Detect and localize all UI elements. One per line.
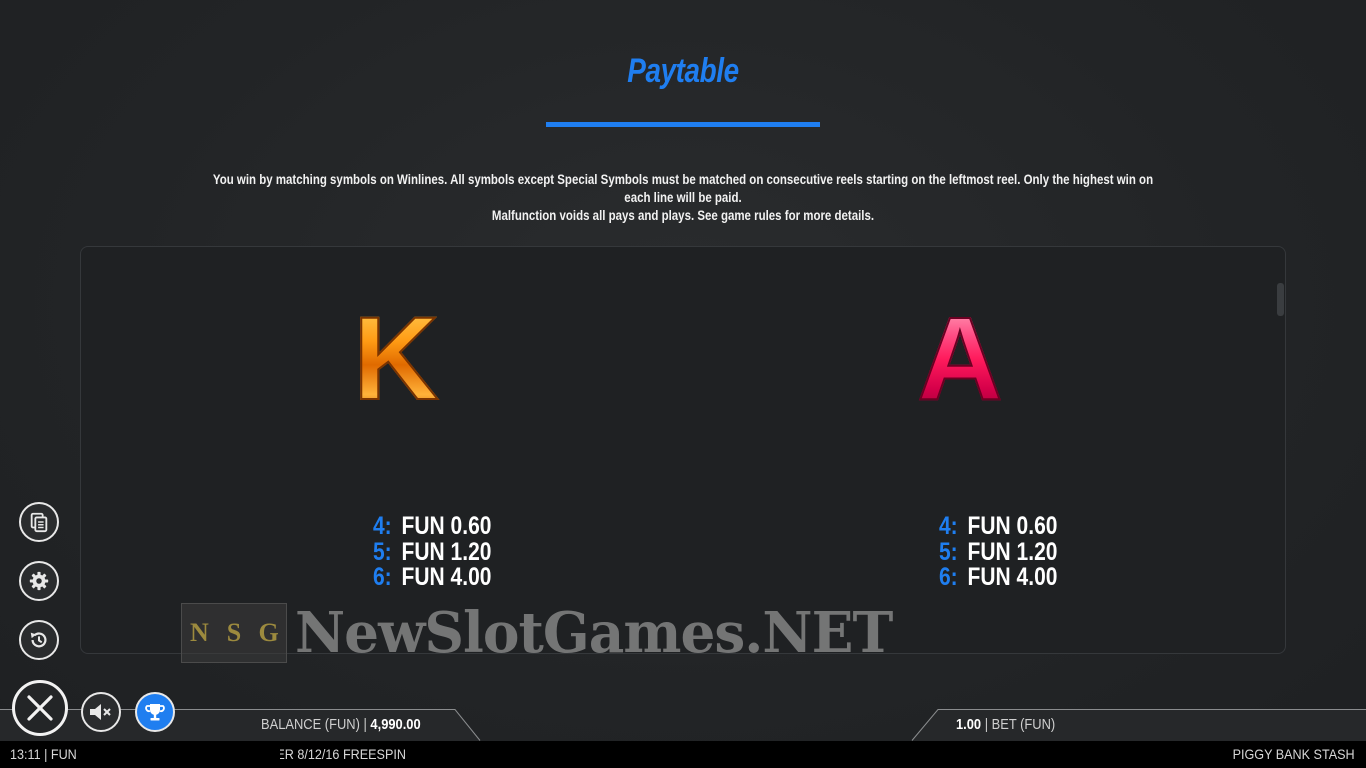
balance-display: BALANCE (FUN) | 4,990.00 [261, 716, 421, 733]
paytable-title: Paytable [627, 52, 739, 90]
pay-count: 5: [939, 537, 958, 566]
logo-letter-s: S [226, 618, 242, 647]
game-name: PIGGY BANK STASH [1232, 746, 1355, 762]
bet-label: BET (FUN) [991, 716, 1056, 733]
pay-amount: FUN 4.00 [967, 563, 1058, 591]
trophy-icon [145, 704, 165, 721]
pay-count: 6: [939, 563, 958, 591]
logo-letter-n: N [189, 618, 209, 647]
pay-count: 4: [939, 512, 958, 540]
bet-value: 1.00 [956, 716, 982, 733]
status-bar: 13:11 | FUN ER 8/12/16 FREESPINS PIGGY B… [0, 741, 1366, 768]
time-mode: 13:11 | FUN [10, 746, 77, 762]
symbol-k: K [326, 299, 466, 419]
pay-amount: FUN 0.60 [401, 512, 492, 540]
pay-row: 6: FUN 4.00 [939, 563, 1058, 591]
pay-amount: FUN 1.20 [967, 537, 1058, 566]
history-icon [30, 632, 47, 648]
logo-letter-g: G [258, 618, 279, 647]
pay-count: 4: [373, 512, 392, 540]
pay-count: 6: [373, 563, 392, 591]
intro-line-2: Malfunction voids all pays and plays. Se… [491, 207, 875, 223]
promo-ticker-text: ER 8/12/16 FREESPINS [280, 746, 406, 762]
pay-amount: FUN 0.60 [967, 512, 1058, 540]
balance-label: BALANCE (FUN) [261, 716, 360, 733]
close-icon [27, 695, 53, 721]
mute-button[interactable] [81, 692, 121, 732]
bet-display[interactable]: 1.00 | BET (FUN) [956, 716, 1055, 733]
watermark: N S G NewSlotGames.NET [181, 600, 905, 666]
pay-row: 4: FUN 0.60 [939, 512, 1058, 540]
bottom-bar-shape [0, 709, 1366, 741]
pay-row: 4: FUN 0.60 [373, 512, 492, 540]
paytable-icon [30, 512, 48, 533]
balance-separator: | [359, 716, 371, 733]
pay-count: 5: [373, 537, 392, 566]
pay-row: 5: FUN 1.20 [939, 537, 1058, 566]
history-button[interactable] [19, 620, 59, 660]
symbol-k-pays: 4: FUN 0.60 5: FUN 1.20 6: FUN 4.00 [373, 512, 492, 591]
paytable-panel[interactable] [80, 246, 1286, 654]
watermark-text: NewSlotGames.NET [295, 600, 893, 666]
promo-ticker: ER 8/12/16 FREESPINS [280, 746, 406, 762]
pay-amount: FUN 4.00 [401, 563, 492, 591]
intro-line-1: You win by matching symbols on Winlines.… [212, 171, 1154, 205]
bet-separator: | [981, 716, 992, 733]
symbol-a-pays: 4: FUN 0.60 5: FUN 1.20 6: FUN 4.00 [939, 512, 1058, 591]
paytable-button[interactable] [19, 502, 59, 542]
panel-scrollbar[interactable] [1277, 283, 1284, 316]
trophy-button[interactable] [135, 692, 175, 732]
pay-amount: FUN 1.20 [401, 537, 492, 566]
symbol-a: A [890, 299, 1030, 419]
paytable-intro: You win by matching symbols on Winlines.… [205, 170, 1161, 224]
pay-row: 5: FUN 1.20 [373, 537, 492, 566]
close-button[interactable] [12, 680, 68, 736]
pay-row: 6: FUN 4.00 [373, 563, 492, 591]
title-underline [546, 122, 820, 127]
balance-value: 4,990.00 [370, 716, 421, 733]
watermark-logo: N S G [181, 603, 287, 663]
bottom-bar [0, 709, 1366, 741]
speaker-muted-icon [90, 704, 111, 720]
settings-button[interactable] [19, 561, 59, 601]
gear-icon [29, 571, 49, 591]
